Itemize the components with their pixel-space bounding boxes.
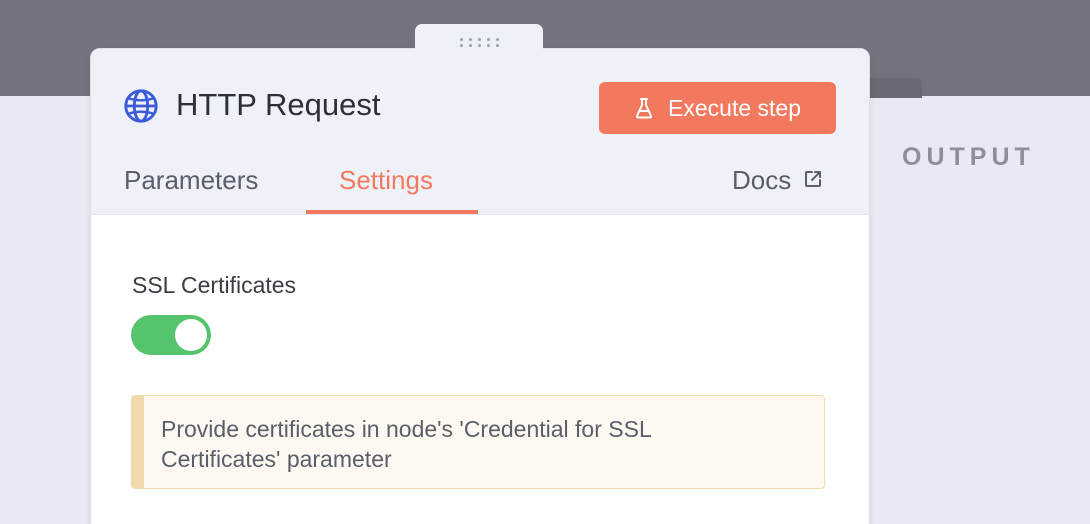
flask-icon xyxy=(635,98,653,119)
toggle-knob xyxy=(175,319,207,351)
node-settings-panel: HTTP Request Execute step Parameters Set… xyxy=(90,48,870,524)
active-tab-indicator xyxy=(306,210,478,214)
node-title: HTTP Request xyxy=(176,87,381,122)
output-pane-tab xyxy=(866,78,922,98)
tab-parameters[interactable]: Parameters xyxy=(124,165,258,196)
docs-label: Docs xyxy=(732,165,792,195)
execute-step-label: Execute step xyxy=(668,94,801,121)
ssl-notice-text: Provide certificates in node's 'Credenti… xyxy=(161,416,651,472)
output-pane-title: OUTPUT xyxy=(902,143,1035,171)
ssl-certificates-label: SSL Certificates xyxy=(132,272,297,298)
globe-icon xyxy=(124,89,158,123)
ssl-certificates-toggle[interactable] xyxy=(131,315,211,355)
docs-link[interactable]: Docs xyxy=(732,165,823,196)
tab-settings[interactable]: Settings xyxy=(339,165,433,196)
execute-step-button[interactable]: Execute step xyxy=(599,82,836,134)
ssl-notice: Provide certificates in node's 'Credenti… xyxy=(131,395,825,489)
panel-header: HTTP Request Execute step Parameters Set… xyxy=(91,49,869,215)
external-link-icon xyxy=(805,170,822,187)
drag-dots-icon xyxy=(459,37,499,47)
panel-drag-handle[interactable] xyxy=(415,24,543,56)
